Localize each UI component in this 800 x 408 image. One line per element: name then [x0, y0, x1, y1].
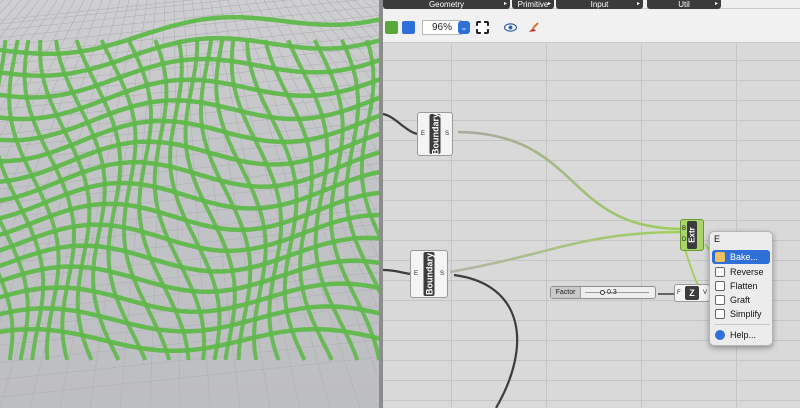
wire-layer — [383, 112, 730, 408]
input-port-label: E — [414, 271, 419, 277]
unit-z-component[interactable]: Z F V — [674, 284, 710, 302]
bake-icon — [715, 252, 725, 262]
menu-item-bake[interactable]: Bake... — [712, 250, 770, 264]
paint-brush-icon[interactable] — [527, 21, 540, 34]
output-port-label: S — [439, 271, 444, 277]
tab-primitive[interactable]: Primitive ▸ — [512, 0, 554, 9]
slider-knob[interactable] — [600, 290, 605, 295]
output-wire-down — [453, 273, 519, 408]
input-port-label: D — [682, 237, 687, 243]
slider-label: Factor — [551, 287, 581, 298]
component-body: Boundary — [429, 112, 441, 156]
flatten-icon — [715, 281, 725, 291]
reverse-icon — [715, 267, 725, 277]
component-tab-bar: Geometry ▸ Primitive ▸ Input ▸ Util ▸ — [383, 0, 800, 9]
component-title: Boundary — [430, 112, 440, 156]
menu-item-reverse[interactable]: Reverse — [712, 265, 770, 279]
tab-geometry[interactable]: Geometry ▸ — [383, 0, 510, 9]
grid-line — [0, 356, 381, 398]
menu-item-simplify[interactable]: Simplify — [712, 307, 770, 321]
expand-icon: ▸ — [636, 1, 640, 7]
input-wire-bottom — [383, 268, 413, 276]
component-body: Z — [685, 286, 699, 300]
help-icon — [715, 330, 725, 340]
menu-item-label: Bake... — [730, 252, 759, 262]
component-title: Boundary — [424, 252, 434, 296]
tab-input[interactable]: Input ▸ — [556, 0, 643, 9]
simplify-icon — [715, 309, 725, 319]
chevron-down-icon[interactable]: ⌄ — [458, 21, 470, 34]
grasshopper-canvas[interactable]: Boundary E S Boundary E S Extr B D Facto… — [383, 44, 800, 408]
input-wire-top — [383, 112, 420, 136]
component-body: Extr — [687, 221, 697, 249]
menu-item-label: Simplify — [730, 309, 762, 319]
canvas-toolbar: 96% ⌄ — [383, 9, 800, 43]
output-port-label: V — [702, 290, 707, 296]
input-port-label: B — [682, 226, 687, 232]
save-file-icon[interactable] — [402, 21, 415, 34]
expand-icon: ▸ — [503, 1, 507, 7]
factor-slider[interactable]: Factor 0.3 — [550, 286, 656, 299]
menu-separator — [714, 324, 770, 325]
open-file-icon[interactable] — [385, 21, 398, 34]
input-port-label: F — [677, 290, 681, 296]
expand-icon: ▸ — [714, 1, 718, 7]
tab-util[interactable]: Util ▸ — [647, 0, 721, 9]
zoom-level[interactable]: 96% — [422, 20, 462, 35]
expand-icon: ▸ — [547, 1, 551, 7]
preview-eye-icon[interactable] — [503, 21, 518, 34]
boundary-surfaces-component[interactable]: Boundary E S — [410, 250, 448, 298]
rhino-viewport[interactable] — [0, 0, 381, 408]
output-context-menu: E Bake... Reverse Flatten Graft Simplify… — [709, 231, 773, 346]
menu-item-label: Flatten — [730, 281, 758, 291]
zoom-extents-icon[interactable] — [476, 21, 489, 34]
graft-icon — [715, 295, 725, 305]
component-body: Boundary — [423, 252, 435, 296]
menu-item-flatten[interactable]: Flatten — [712, 279, 770, 293]
menu-item-label: Help... — [730, 330, 757, 340]
component-title: Extr — [687, 227, 697, 243]
viewport-scene — [0, 0, 381, 408]
menu-item-graft[interactable]: Graft — [712, 293, 770, 307]
menu-item-label: Graft — [730, 295, 751, 305]
zoom-value: 96% — [431, 22, 452, 33]
menu-item-help[interactable]: Help... — [712, 328, 770, 342]
menu-item-label: Reverse — [730, 267, 764, 277]
grasshopper-window: Geometry ▸ Primitive ▸ Input ▸ Util ▸ 96% ⌄ — [383, 0, 800, 408]
output-port-label: S — [444, 131, 449, 137]
extrude-component[interactable]: Extr B D — [680, 219, 704, 251]
component-title: Z — [689, 288, 695, 298]
boundary-surfaces-component[interactable]: Boundary E S — [417, 112, 453, 156]
input-port-label: E — [421, 131, 426, 137]
slider-value: 0.3 — [607, 289, 617, 296]
menu-title: E — [714, 234, 721, 244]
boundary-top-to-extrude-wire — [457, 130, 684, 231]
slider-track[interactable] — [585, 292, 649, 293]
boundary-bottom-to-extrude-wire — [449, 230, 684, 274]
